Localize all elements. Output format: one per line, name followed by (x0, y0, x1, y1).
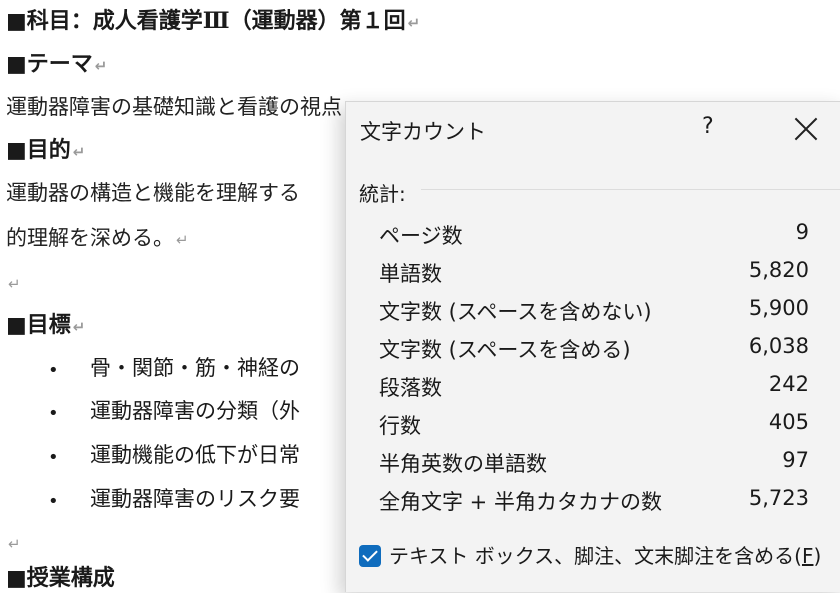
doc-line-empty-2: ↵ (6, 527, 21, 559)
stat-label: 全角文字 + 半角カタカナの数 (379, 490, 662, 514)
stat-value: 6,038 (748, 334, 809, 358)
stat-row: 文字数 (スペースを含めない) 5,900 (379, 296, 809, 330)
bullet-item: 骨・関節・筋・神経の (90, 356, 300, 380)
stat-row: 単語数 5,820 (379, 258, 809, 292)
stat-value: 9 (795, 220, 809, 244)
paragraph-mark: ↵ (94, 57, 108, 75)
doc-line-purpose-text-2: 的理解を深める。 ↵ (6, 226, 189, 250)
stat-label: ページ数 (379, 224, 463, 248)
stat-label: 単語数 (379, 262, 442, 286)
checkbox-label-suffix: ) (813, 544, 822, 568)
stat-value: 97 (782, 448, 809, 472)
bullet-dot: • (48, 360, 59, 381)
doc-line-purpose-heading: ■目的 ↵ (6, 137, 86, 163)
stat-value: 5,820 (748, 258, 809, 282)
checkbox-label: テキスト ボックス、脚注、文末脚注を含める( (389, 544, 802, 568)
stat-value: 5,723 (748, 486, 809, 510)
doc-line-theme-text: 運動器障害の基礎知識と看護の視点 (6, 95, 342, 119)
checkbox-accelerator: F (801, 544, 814, 568)
stat-row: 段落数 242 (379, 372, 809, 406)
stat-label: 段落数 (379, 376, 442, 400)
bullet-dot: • (48, 447, 59, 468)
stat-value: 242 (768, 372, 809, 396)
bullet-item: 運動器障害の分類（外 (90, 399, 300, 423)
doc-line-theme-heading: ■テーマ ↵ (6, 51, 108, 77)
stat-label: 行数 (379, 414, 421, 438)
stat-label: 文字数 (スペースを含める) (379, 338, 631, 362)
paragraph-mark: ↵ (176, 231, 189, 249)
stat-label: 文字数 (スペースを含めない) (379, 300, 652, 324)
dialog-title: 文字カウント (360, 120, 486, 144)
bullet-item: 運動機能の低下が日常 (90, 443, 300, 467)
doc-line-structure-heading: ■授業構成 (6, 565, 115, 591)
doc-line-subject: ■科目：成人看護学Ⅲ（運動器）第１回 ↵ (6, 8, 421, 34)
doc-line-empty: ↵ (6, 267, 21, 299)
doc-line-goals-heading: ■目標 ↵ (6, 312, 86, 338)
checkbox-checked-icon[interactable] (359, 545, 381, 567)
bullet-dot: • (48, 403, 59, 424)
bullet-item: 運動器障害のリスク要 (90, 487, 300, 511)
stat-row: 文字数 (スペースを含める) 6,038 (379, 334, 809, 368)
help-button[interactable]: ? (702, 114, 714, 139)
word-count-dialog: 文字カウント ? 統計: ページ数 9 単語数 5,820 文字数 (スペースを… (345, 101, 840, 592)
close-icon[interactable] (793, 116, 819, 142)
stats-label: 統計: (359, 182, 406, 206)
paragraph-mark: ↵ (407, 14, 421, 32)
paragraph-mark: ↵ (72, 143, 86, 161)
paragraph-mark: ↵ (8, 535, 21, 553)
doc-line-purpose-text-1: 運動器の構造と機能を理解する (6, 181, 300, 205)
stat-value: 405 (768, 410, 809, 434)
include-textboxes-checkbox[interactable]: テキスト ボックス、脚注、文末脚注を含める(F) (359, 540, 821, 569)
stat-value: 5,900 (748, 296, 809, 320)
stat-row: 行数 405 (379, 410, 809, 444)
stat-row: ページ数 9 (379, 220, 809, 254)
paragraph-mark: ↵ (72, 318, 86, 336)
stat-row: 半角英数の単語数 97 (379, 448, 809, 482)
divider (421, 189, 840, 190)
paragraph-mark: ↵ (8, 275, 21, 293)
stat-row: 全角文字 + 半角カタカナの数 5,723 (379, 486, 809, 520)
bullet-dot: • (48, 491, 59, 512)
stat-label: 半角英数の単語数 (379, 452, 547, 476)
